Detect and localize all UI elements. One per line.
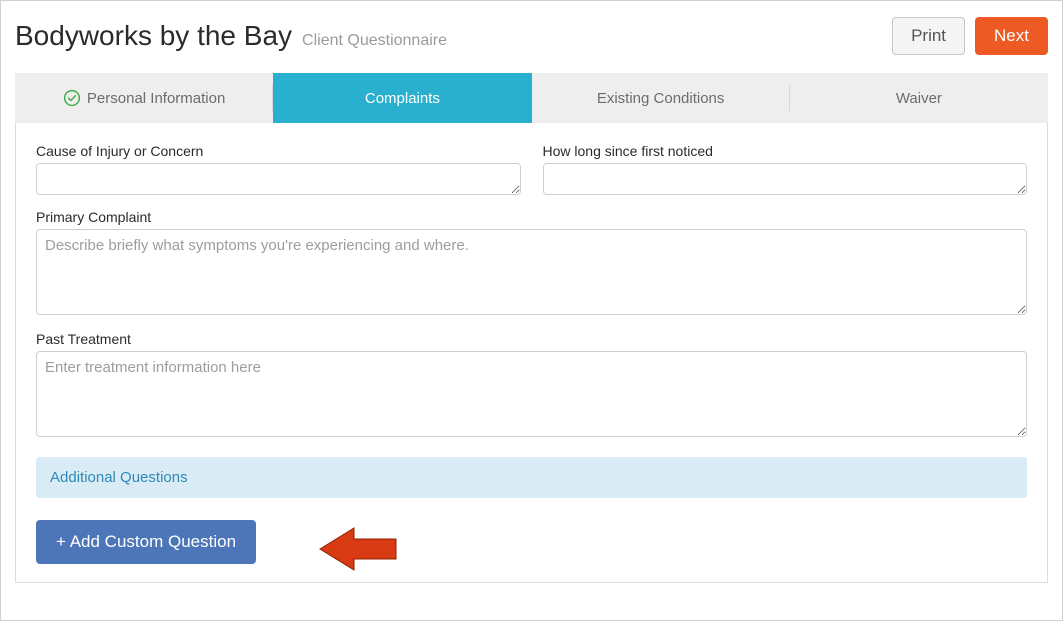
field-label: Primary Complaint [36,209,1027,225]
tab-label: Complaints [365,90,440,107]
primary-complaint-input[interactable] [36,229,1027,315]
title-wrap: Bodyworks by the Bay Client Questionnair… [15,20,892,52]
field-howlong: How long since first noticed [543,143,1028,195]
print-button[interactable]: Print [892,17,965,55]
tab-label: Waiver [896,90,942,107]
field-past-treatment: Past Treatment [36,331,1027,437]
field-label: Cause of Injury or Concern [36,143,521,159]
tab-waiver[interactable]: Waiver [790,73,1048,123]
tab-label: Existing Conditions [597,90,725,107]
field-cause: Cause of Injury or Concern [36,143,521,195]
tab-label: Personal Information [87,90,225,107]
check-circle-icon [63,89,81,107]
additional-questions-heading: Additional Questions [36,457,1027,498]
page-subtitle: Client Questionnaire [302,32,447,50]
field-label: Past Treatment [36,331,1027,347]
page-header: Bodyworks by the Bay Client Questionnair… [15,17,1048,55]
tab-complaints[interactable]: Complaints [273,73,531,123]
row-top: Cause of Injury or Concern How long sinc… [36,143,1027,195]
annotation-arrow-icon [318,522,398,576]
page-title: Bodyworks by the Bay [15,20,292,52]
howlong-input[interactable] [543,163,1028,195]
next-button[interactable]: Next [975,17,1048,55]
form-panel: Cause of Injury or Concern How long sinc… [15,123,1048,583]
past-treatment-input[interactable] [36,351,1027,437]
field-primary-complaint: Primary Complaint [36,209,1027,315]
tab-personal-information[interactable]: Personal Information [15,73,273,123]
cause-input[interactable] [36,163,521,195]
tab-existing-conditions[interactable]: Existing Conditions [532,73,790,123]
add-custom-question-button[interactable]: + Add Custom Question [36,520,256,564]
field-label: How long since first noticed [543,143,1028,159]
tab-bar: Personal Information Complaints Existing… [15,73,1048,123]
